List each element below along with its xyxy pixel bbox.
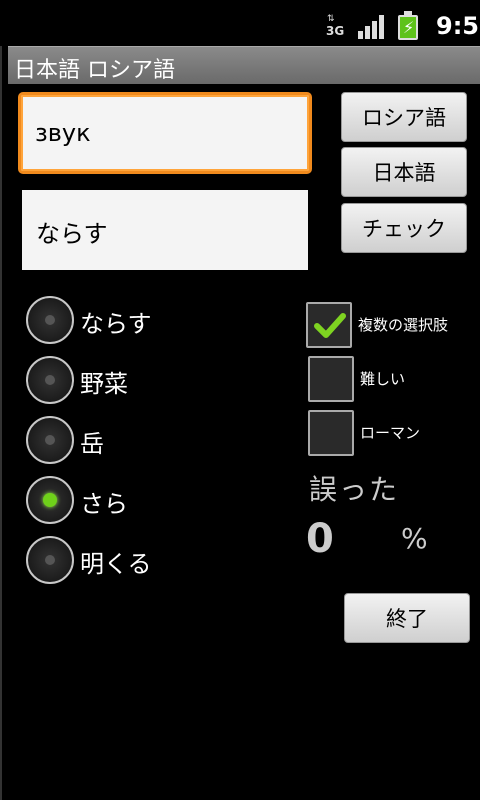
- russian-input-text: звук: [35, 119, 91, 147]
- checkmark-icon: [314, 313, 346, 338]
- radio-circle: [26, 356, 74, 404]
- signal-icon: [358, 15, 384, 39]
- checkbox-label: 複数の選択肢: [358, 316, 449, 334]
- choice-radio-1[interactable]: 野菜: [26, 356, 296, 406]
- error-value: 0: [306, 516, 334, 562]
- status-bar: ⇅ 3G ⚡ 9:59: [0, 0, 480, 46]
- russian-input[interactable]: звук: [18, 92, 312, 174]
- error-percent-unit: %: [401, 522, 428, 555]
- russian-button[interactable]: ロシア語: [341, 92, 467, 142]
- choice-radio-0[interactable]: ならす: [26, 296, 296, 346]
- checkbox-box: [308, 356, 354, 402]
- roman-checkbox[interactable]: ローマン: [308, 410, 478, 456]
- russian-button-label: ロシア語: [362, 106, 446, 130]
- japanese-output-field[interactable]: ならす: [22, 190, 308, 270]
- end-button[interactable]: 終了: [344, 593, 470, 643]
- japanese-output-text: ならす: [36, 220, 108, 248]
- check-button[interactable]: チェック: [341, 203, 467, 253]
- choice-radio-2[interactable]: 岳: [26, 416, 296, 466]
- choice-label: 野菜: [80, 370, 128, 398]
- end-button-label: 終了: [386, 607, 428, 631]
- choice-label: さら: [80, 490, 128, 518]
- window-edge: [0, 46, 2, 800]
- check-button-label: チェック: [362, 217, 446, 241]
- battery-charging-icon: ⚡: [398, 11, 418, 40]
- choice-label: 岳: [80, 430, 104, 458]
- multiple-choice-checkbox[interactable]: 複数の選択肢: [306, 302, 476, 348]
- checkbox-box: [306, 302, 352, 348]
- checkbox-box: [308, 410, 354, 456]
- radio-circle: [26, 416, 74, 464]
- network-3g-icon: ⇅ 3G: [326, 14, 345, 38]
- checkbox-label: 難しい: [360, 370, 406, 388]
- choice-label: 明くる: [80, 550, 152, 578]
- clock: 9:59: [436, 12, 480, 40]
- radio-circle: [26, 536, 74, 584]
- choice-radio-4[interactable]: 明くる: [26, 536, 296, 586]
- radio-circle: [26, 296, 74, 344]
- japanese-button[interactable]: 日本語: [341, 147, 467, 197]
- japanese-button-label: 日本語: [372, 161, 436, 185]
- checkbox-label: ローマン: [360, 424, 421, 442]
- error-label: 誤った: [309, 473, 400, 506]
- radio-circle: [26, 476, 74, 524]
- choice-radio-3[interactable]: さら: [26, 476, 296, 526]
- choice-label: ならす: [80, 310, 152, 338]
- difficult-checkbox[interactable]: 難しい: [308, 356, 478, 402]
- app-title: 日本語 ロシア語: [14, 58, 175, 83]
- title-bar: 日本語 ロシア語: [8, 46, 480, 84]
